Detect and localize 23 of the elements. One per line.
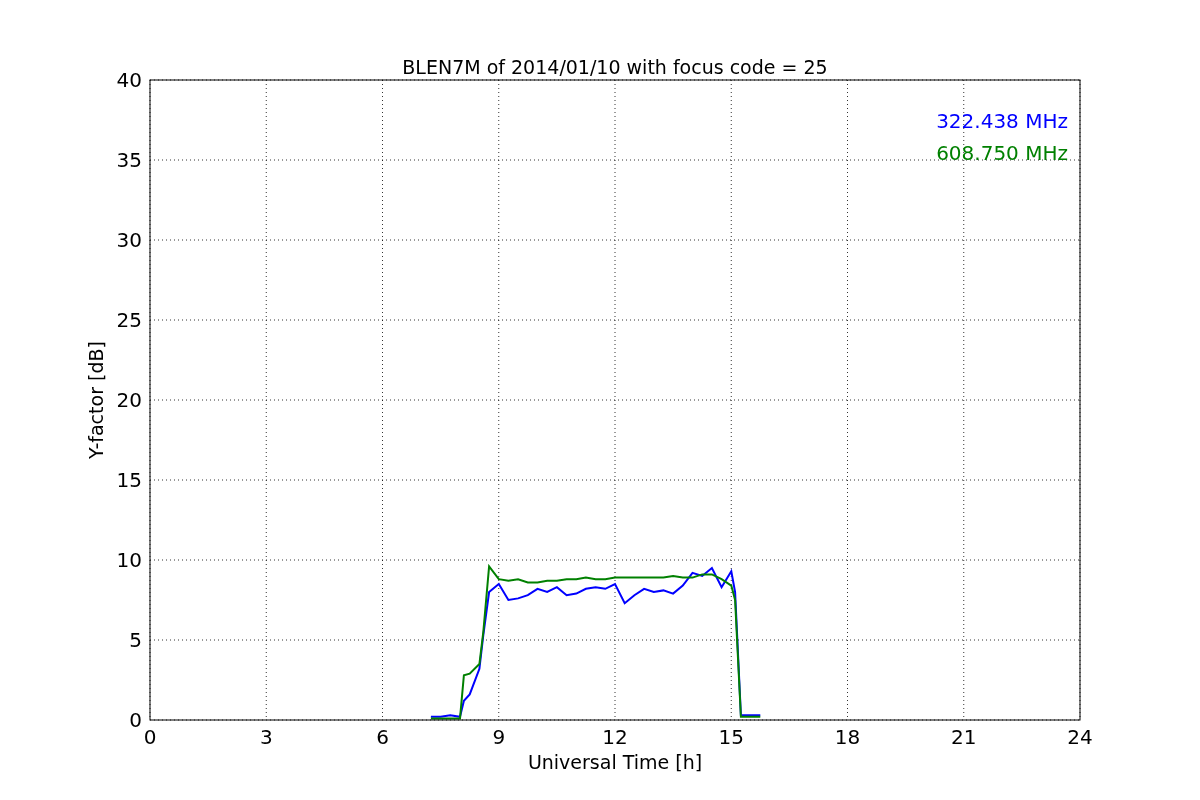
y-tick-label: 10 <box>116 548 142 572</box>
x-tick-label: 6 <box>376 725 389 749</box>
y-tick-label: 40 <box>116 68 142 92</box>
legend-label: 608.750 MHz <box>936 141 1068 165</box>
y-tick-label: 30 <box>116 228 142 252</box>
x-tick-label: 15 <box>718 725 744 749</box>
y-tick-label: 5 <box>129 628 142 652</box>
x-axis-label: Universal Time [h] <box>527 751 703 773</box>
x-tick-label: 9 <box>492 725 506 749</box>
y-axis-label: Y-factor [dB] <box>85 341 107 459</box>
legend-label: 322.438 MHz <box>936 109 1068 133</box>
y-tick-label: 15 <box>116 468 142 492</box>
x-tick-label: 12 <box>602 725 628 749</box>
x-tick-label: 18 <box>834 725 861 749</box>
x-tick-label: 21 <box>951 725 977 749</box>
chart-title: BLEN7M of 2014/01/10 with focus code = 25 <box>402 56 828 78</box>
y-tick-label: 20 <box>116 388 142 412</box>
x-tick-label: 3 <box>259 725 273 749</box>
y-tick-label: 25 <box>116 308 142 332</box>
y-tick-label: 35 <box>116 148 142 172</box>
y-tick-label: 0 <box>129 708 142 732</box>
x-tick-label: 24 <box>1067 725 1093 749</box>
x-tick-label: 0 <box>143 725 157 749</box>
